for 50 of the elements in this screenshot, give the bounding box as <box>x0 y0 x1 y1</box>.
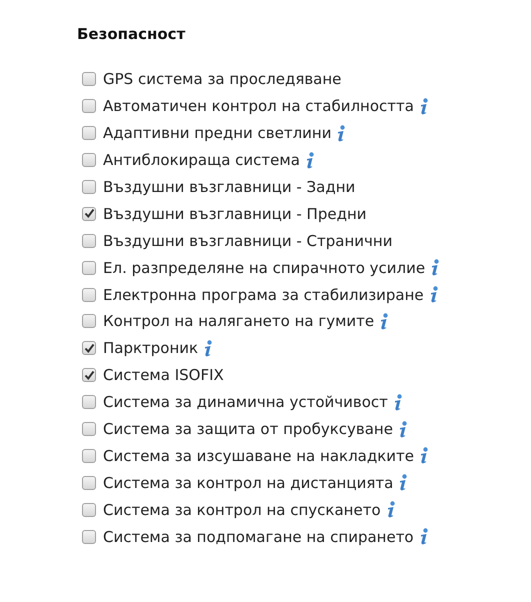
option-label: Контрол на налягането на гумите <box>103 312 374 330</box>
checkbox[interactable] <box>82 260 96 275</box>
info-icon[interactable] <box>203 340 214 357</box>
option-label: Въздушни възглавници - Задни <box>103 178 356 196</box>
option-label: Адаптивни предни светлини <box>103 124 332 142</box>
info-icon[interactable] <box>418 528 429 546</box>
info-icon[interactable] <box>419 447 430 464</box>
option-label: Система за динамична устойчивост <box>103 393 388 412</box>
option-label: Система за изсушаване на накладките <box>103 446 414 465</box>
checkbox[interactable] <box>82 99 96 114</box>
option-label: Антиблокираща система <box>103 151 300 170</box>
checkbox[interactable] <box>82 448 96 463</box>
info-icon[interactable] <box>430 259 440 276</box>
info-icon[interactable] <box>379 312 390 330</box>
checkbox[interactable] <box>82 153 96 168</box>
info-icon[interactable] <box>336 124 346 142</box>
checkbox[interactable] <box>82 126 96 140</box>
checkbox[interactable] <box>82 422 96 436</box>
checkbox[interactable] <box>82 288 96 302</box>
checkbox[interactable] <box>82 180 96 194</box>
option-label: Система за контрол на спускането <box>103 500 381 519</box>
checkbox[interactable] <box>82 502 96 517</box>
option-label: Система ISOFIX <box>103 366 224 384</box>
checkbox[interactable] <box>82 530 96 544</box>
checkbox[interactable] <box>82 206 96 221</box>
option-label: Парктроник <box>103 339 198 358</box>
info-icon[interactable] <box>398 474 408 492</box>
option-label: Автоматичен контрол на стабилността <box>103 97 414 116</box>
info-icon[interactable] <box>386 501 396 518</box>
option-label: Система за подпомагане на спирането <box>103 528 414 546</box>
checkbox[interactable] <box>82 72 96 86</box>
info-icon[interactable] <box>398 420 408 438</box>
checkbox[interactable] <box>82 341 96 356</box>
option-label: Система за защита от пробуксуване <box>103 420 393 438</box>
info-icon[interactable] <box>392 394 403 411</box>
option-label: Ел. разпределяне на спирачното усилие <box>103 258 426 277</box>
section-title: Безопасност <box>77 24 186 44</box>
checkbox[interactable] <box>82 314 96 328</box>
info-icon[interactable] <box>418 98 429 115</box>
option-label: Електронна програма за стабилизиране <box>103 286 424 304</box>
checkbox[interactable] <box>82 234 96 248</box>
checkbox[interactable] <box>82 368 96 382</box>
option-label: GPS система за проследяване <box>103 70 342 88</box>
option-label: Система за контрол на дистанцията <box>103 474 394 492</box>
option-label: Въздушни възглавници - Предни <box>103 204 366 223</box>
option-label: Въздушни възглавници - Странични <box>103 232 392 250</box>
info-icon[interactable] <box>428 286 439 304</box>
checkbox[interactable] <box>82 395 96 410</box>
checkbox[interactable] <box>82 476 96 490</box>
info-icon[interactable] <box>304 152 315 169</box>
